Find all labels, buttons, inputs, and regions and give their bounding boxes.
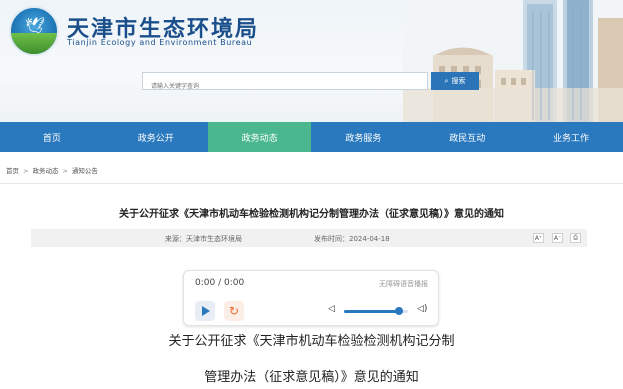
nav-item-label: 首页 [42,133,61,144]
article-meta-bar: 来源：天津市生态环境局 发布时间：2024-04-18 A⁺ A⁻ ⎙ [31,229,587,247]
breadcrumb: 首页 > 政务动态 > 通知公告 [6,165,98,175]
volume-fill [344,310,400,313]
volume-up-icon[interactable]: ◁) [417,304,427,314]
nav-item-interaction[interactable]: 政民互动 [415,122,519,152]
skyline-illustration [403,0,623,122]
nav-item-label: 政务服务 [345,133,382,144]
breadcrumb-notices-link[interactable]: 通知公告 [72,167,98,175]
audio-player: 0:00 / 0:00 无障碍语音播报 ↻ ◁ ◁) [183,270,439,326]
search-button[interactable]: ⌕ 搜索 [431,72,479,90]
nav-item-label: 政务公开 [137,133,174,144]
main-nav: 首页 政务公开 政务动态 政务服务 政民互动 业务工作 [0,122,623,152]
nav-item-label: 业务工作 [553,133,590,144]
replay-button[interactable]: ↻ [224,301,244,321]
article-source: 来源：天津市生态环境局 [165,235,242,243]
breadcrumb-separator: > [62,167,68,175]
search-button-label: 搜索 [451,77,466,85]
play-button[interactable] [195,301,215,321]
player-time: 0:00 / 0:00 [195,278,245,288]
search-input[interactable] [143,78,427,95]
article-title: 关于公开征求《天津市机动车检验检测机构记分制管理办法（征求意见稿）》意见的通知 [119,209,504,220]
article-date: 发布时间：2024-04-18 [314,235,390,243]
font-increase-button[interactable]: A⁺ [533,233,544,243]
logo-bird-icon: 🕊 [25,16,46,35]
logo-land [11,33,57,54]
nav-item-label: 政务动态 [241,133,278,144]
search-box [142,72,428,95]
print-button[interactable]: ⎙ [570,233,581,243]
body-title-line-1: 关于公开征求《天津市机动车检验检测机构记分制 [168,334,455,349]
breadcrumb-home-link[interactable]: 首页 [6,167,19,175]
site-subtitle: Tianjin Ecology and Environment Bureau [67,38,253,47]
breadcrumb-separator: > [23,167,29,175]
accessibility-audio-label: 无障碍语音播报 [379,280,428,288]
divider [0,183,623,184]
body-title-line-2: 管理办法（征求意见稿）》意见的通知 [204,370,419,385]
site-header: 🕊 天津市生态环境局 Tianjin Ecology and Environme… [0,0,623,122]
nav-item-business[interactable]: 业务工作 [519,122,623,152]
nav-item-gov-services[interactable]: 政务服务 [311,122,415,152]
breadcrumb-news-link[interactable]: 政务动态 [32,167,58,175]
volume-slider[interactable] [344,307,408,315]
nav-item-gov-affairs[interactable]: 政务公开 [104,122,208,152]
font-decrease-button[interactable]: A⁻ [552,233,563,243]
nav-item-label: 政民互动 [449,133,486,144]
nav-item-home[interactable]: 首页 [0,122,104,152]
play-icon [202,306,210,316]
refresh-icon: ↻ [228,304,240,318]
page: 🕊 天津市生态环境局 Tianjin Ecology and Environme… [0,0,623,389]
nav-item-gov-news[interactable]: 政务动态 [207,122,312,152]
volume-knob[interactable] [395,307,404,315]
site-logo[interactable]: 🕊 [9,6,59,56]
search-icon: ⌕ [444,76,449,85]
volume-down-icon[interactable]: ◁ [328,304,335,314]
